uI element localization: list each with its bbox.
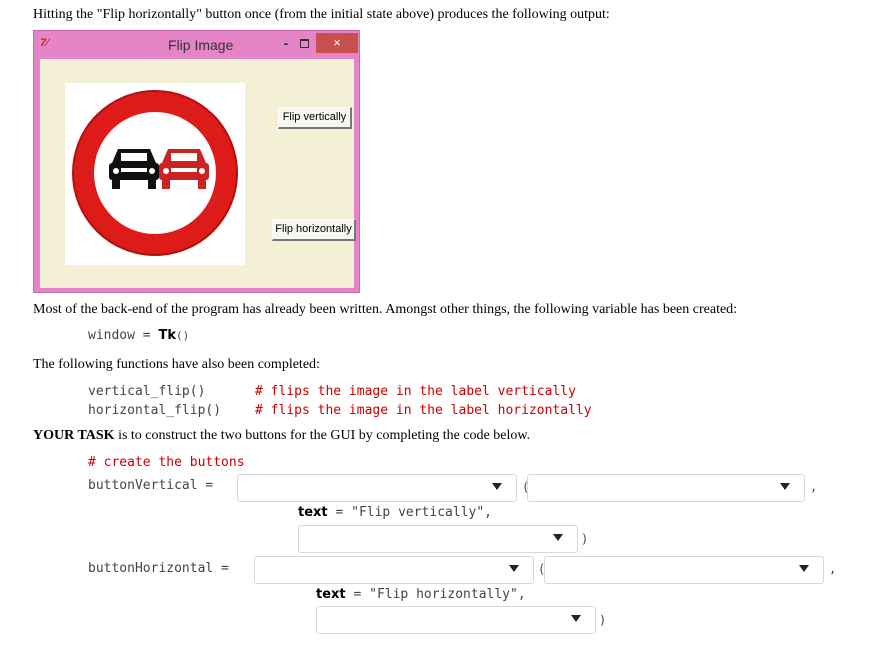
window-variable-code: window = Tk() xyxy=(88,328,189,343)
functions-paragraph: The following functions have also been c… xyxy=(33,357,320,372)
minimize-icon[interactable]: - xyxy=(278,34,294,52)
vertical-parent-dropdown[interactable] xyxy=(527,474,805,502)
task-paragraph: YOUR TASK is to construct the two button… xyxy=(33,428,530,444)
horizontal-command-dropdown[interactable] xyxy=(316,606,596,634)
title-bar: 7⁄ Flip Image - × xyxy=(34,31,359,59)
code-window-eq: = xyxy=(134,328,159,343)
code-text-vertical: text = "Flip vertically", xyxy=(298,505,493,520)
backend-paragraph: Most of the back-end of the program has … xyxy=(33,302,738,317)
function-comment-horizontal: # flips the image in the label horizonta… xyxy=(255,403,592,418)
window-client-area: Flip vertically Flip horizontally xyxy=(40,59,356,288)
task-rest: is to construct the two buttons for the … xyxy=(114,428,531,443)
code-var-horizontal: buttonHorizontal = xyxy=(88,561,237,576)
intro-text: Hitting the "Flip horizontally" button o… xyxy=(33,7,610,22)
chevron-down-icon xyxy=(780,483,790,490)
function-call-horizontal: horizontal_flip() xyxy=(88,403,222,418)
flip-horizontally-button[interactable]: Flip horizontally xyxy=(272,219,356,241)
function-comment-vertical: # flips the image in the label verticall… xyxy=(255,384,576,399)
code-comment-create: # create the buttons xyxy=(88,455,245,470)
chevron-down-icon xyxy=(799,565,809,572)
window-title: Flip Image xyxy=(168,37,234,53)
chevron-down-icon xyxy=(492,483,502,490)
close-icon[interactable]: × xyxy=(316,33,358,53)
code-tk-keyword: Tk xyxy=(158,328,176,343)
horizontal-widget-dropdown[interactable] xyxy=(254,556,534,584)
comma: , xyxy=(829,562,837,576)
function-call-vertical: vertical_flip() xyxy=(88,384,206,399)
close-paren: ) xyxy=(599,613,607,627)
image-label xyxy=(65,83,245,265)
code-window-var: window xyxy=(88,328,135,343)
vertical-command-dropdown[interactable] xyxy=(298,525,578,553)
tk-logo-icon: 7⁄ xyxy=(40,37,48,49)
vertical-widget-dropdown[interactable] xyxy=(237,474,517,502)
chevron-down-icon xyxy=(571,615,581,622)
code-window-paren: () xyxy=(175,329,190,342)
chevron-down-icon xyxy=(553,534,563,541)
comma: , xyxy=(810,480,818,494)
code-var-vertical: buttonVertical = xyxy=(88,478,222,493)
no-overtaking-sign-icon xyxy=(72,90,238,256)
flip-vertically-button[interactable]: Flip vertically xyxy=(278,107,352,129)
horizontal-parent-dropdown[interactable] xyxy=(544,556,824,584)
task-bold: YOUR TASK xyxy=(33,428,115,443)
chevron-down-icon xyxy=(509,565,519,572)
close-paren: ) xyxy=(581,532,589,546)
maximize-icon[interactable] xyxy=(296,34,312,52)
code-text-horizontal: text = "Flip horizontally", xyxy=(316,587,526,602)
tk-window: 7⁄ Flip Image - × Flip vertically Flip h… xyxy=(33,30,360,293)
